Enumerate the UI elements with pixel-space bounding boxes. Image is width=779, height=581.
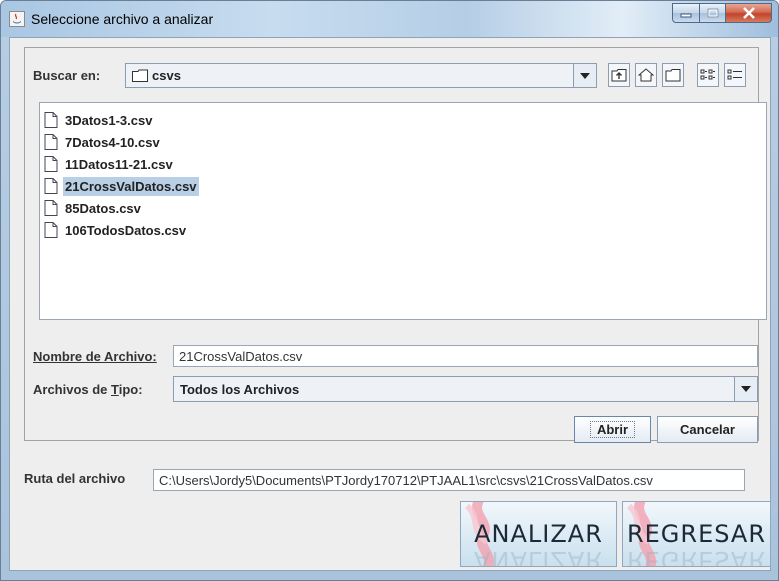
folder-icon <box>132 69 148 82</box>
path-input[interactable]: C:\Users\Jordy5\Documents\PTJordy170712\… <box>153 469 745 491</box>
details-view-icon <box>727 69 742 80</box>
file-name: 11Datos11-21.csv <box>65 156 173 172</box>
filename-label: Nombre de Archivo: <box>33 349 157 364</box>
file-chooser-panel: Buscar en: csvs 3Datos1-3.csv 7Datos4-10… <box>24 47 767 443</box>
minimize-icon <box>680 13 692 18</box>
file-name: 21CrossValDatos.csv <box>63 176 199 196</box>
look-in-dropdown-button[interactable] <box>573 64 596 87</box>
back-button[interactable]: REGRESAR REGRESAR <box>622 501 771 567</box>
new-folder-button[interactable] <box>662 63 684 87</box>
analyze-label: ANALIZAR <box>474 520 603 548</box>
file-icon <box>44 134 58 150</box>
look-in-label: Buscar en: <box>33 68 101 83</box>
list-item[interactable]: 106TodosDatos.csv <box>44 219 192 241</box>
list-item[interactable]: 7Datos4-10.csv <box>44 131 166 153</box>
cancel-button[interactable]: Cancelar <box>657 416 758 443</box>
up-one-level-button[interactable] <box>608 63 630 87</box>
list-item[interactable]: 85Datos.csv <box>44 197 147 219</box>
new-folder-icon <box>665 69 681 82</box>
file-name: 106TodosDatos.csv <box>65 222 187 238</box>
list-view-icon <box>700 69 715 80</box>
file-icon <box>44 156 58 172</box>
filetype-dropdown-button[interactable] <box>734 377 757 401</box>
list-item-selected[interactable]: 21CrossValDatos.csv <box>44 175 203 197</box>
back-label: REGRESAR <box>626 520 767 548</box>
folder-up-icon <box>611 69 627 82</box>
look-in-combo[interactable]: csvs <box>125 63 597 88</box>
list-view-button[interactable] <box>697 63 719 87</box>
window-controls <box>672 3 772 23</box>
filename-input[interactable]: 21CrossValDatos.csv <box>173 345 758 367</box>
file-icon <box>44 222 58 238</box>
file-name: 85Datos.csv <box>65 200 141 216</box>
current-folder: csvs <box>152 68 181 83</box>
maximize-icon <box>707 8 718 18</box>
file-chooser-window: Seleccione archivo a analizar Buscar en:… <box>0 0 779 581</box>
file-name: 7Datos4-10.csv <box>65 134 160 150</box>
list-item[interactable]: 11Datos11-21.csv <box>44 153 179 175</box>
close-button[interactable] <box>726 3 772 23</box>
chevron-down-icon <box>580 72 590 79</box>
path-label: Ruta del archivo <box>24 471 126 486</box>
maximize-button[interactable] <box>700 3 726 23</box>
chevron-down-icon <box>741 386 751 392</box>
filetype-select[interactable]: Todos los Archivos <box>173 376 758 402</box>
back-reflection: REGRESAR <box>626 546 767 567</box>
file-name: 3Datos1-3.csv <box>65 112 153 128</box>
open-button[interactable]: Abrir <box>574 416 651 443</box>
details-view-button[interactable] <box>724 63 746 87</box>
file-icon <box>44 200 58 216</box>
filetype-label: Archivos de Tipo: <box>33 382 143 397</box>
home-button[interactable] <box>635 63 657 87</box>
file-list[interactable]: 3Datos1-3.csv 7Datos4-10.csv 11Datos11-2… <box>39 102 767 320</box>
analyze-reflection: ANALIZAR <box>474 546 603 567</box>
close-icon <box>742 7 755 19</box>
analyze-button[interactable]: ANALIZAR ANALIZAR <box>460 501 617 567</box>
filetype-selected-value: Todos los Archivos <box>180 382 300 397</box>
window-title: Seleccione archivo a analizar <box>31 11 214 27</box>
java-app-icon <box>9 11 25 27</box>
list-item[interactable]: 3Datos1-3.csv <box>44 109 158 131</box>
file-icon <box>44 112 58 128</box>
title-bar[interactable]: Seleccione archivo a analizar <box>1 1 778 37</box>
dialog-content: Buscar en: csvs 3Datos1-3.csv 7Datos4-10… <box>9 37 771 571</box>
minimize-button[interactable] <box>672 3 700 23</box>
file-icon <box>44 178 58 194</box>
home-icon <box>638 68 654 82</box>
